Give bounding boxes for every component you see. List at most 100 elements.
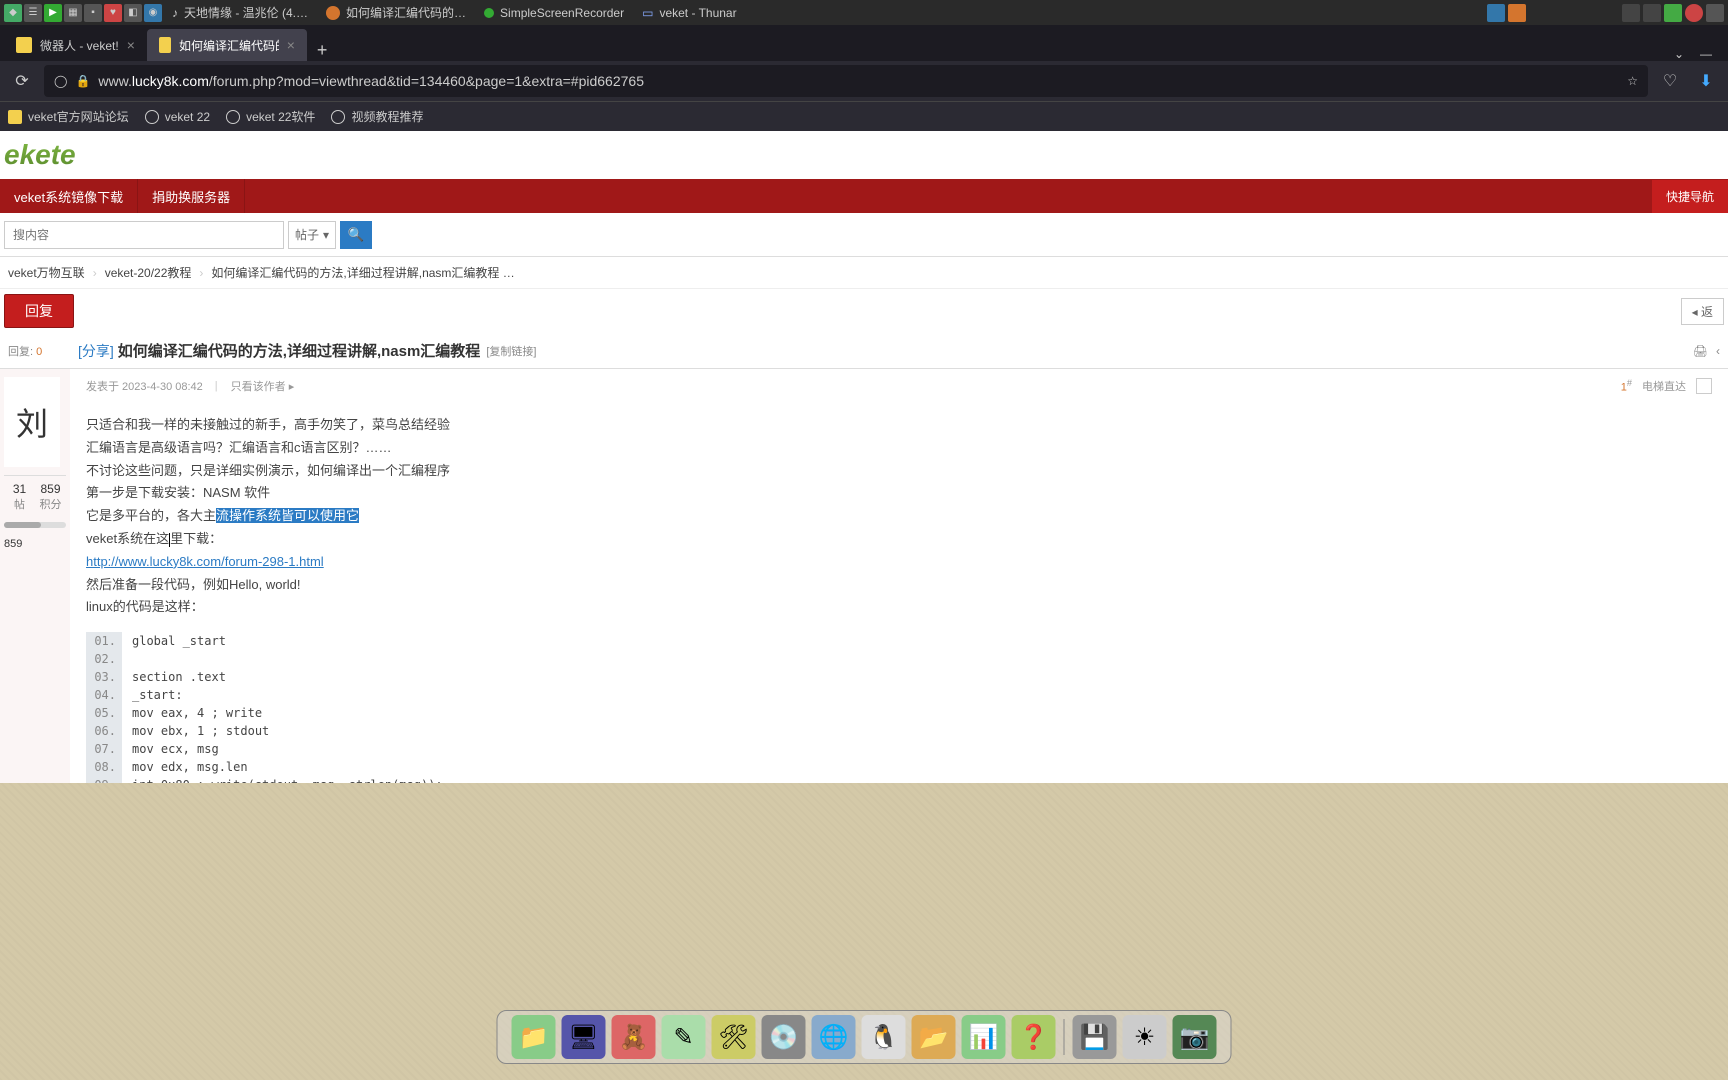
dock-folder-icon[interactable]: 📂 xyxy=(912,1015,956,1059)
breadcrumb-item: 如何编译汇编代码的方法,详细过程讲解,nasm汇编教程 … xyxy=(211,264,514,281)
chevron-right-icon: ▸ xyxy=(289,381,295,393)
post-container: 刘 31 帖 859 积分 859 发表于 2023-4-30 08:42 | … xyxy=(0,369,1728,783)
menu-icon[interactable]: ◆ xyxy=(4,4,22,22)
user-stat-points: 859 积分 xyxy=(35,482,66,512)
browser-tab-bar: 微器人 - veket! × 如何编译汇编代码的方… × + ⌄ — xyxy=(0,25,1728,61)
elevator-input[interactable] xyxy=(1696,378,1712,394)
globe-icon xyxy=(226,110,240,124)
dock-monitor-icon[interactable]: 🖥 xyxy=(562,1015,606,1059)
dock: 📁 🖥 🧸 ✎ 🛠 💿 🌐 🐧 📂 📊 ❓ 💾 ☀ 📷 xyxy=(497,1010,1232,1064)
nav-item-download[interactable]: veket系统镜像下载 xyxy=(0,179,138,213)
bookmark-item[interactable]: 视频教程推荐 xyxy=(331,108,423,125)
tray-icon[interactable]: ☰ xyxy=(24,4,42,22)
dock-drive-icon[interactable]: 💾 xyxy=(1073,1015,1117,1059)
dock-globe-icon[interactable]: 🌐 xyxy=(812,1015,856,1059)
firefox-tray-icon[interactable] xyxy=(1508,4,1526,22)
close-icon[interactable]: × xyxy=(127,37,135,53)
tray-icon[interactable] xyxy=(1685,4,1703,22)
reload-icon[interactable]: ⟳ xyxy=(8,67,36,95)
lock-icon[interactable]: 🔒 xyxy=(75,74,90,88)
tray-icon[interactable]: ▦ xyxy=(64,4,82,22)
download-icon[interactable]: ⬇ xyxy=(1692,67,1720,95)
nav-item-donate[interactable]: 捐助换服务器 xyxy=(138,179,245,213)
prev-icon[interactable]: ‹ xyxy=(1716,344,1720,358)
action-row: 回复 ◂ 返 xyxy=(0,289,1728,333)
taskbar-app-recorder[interactable]: SimpleScreenRecorder xyxy=(476,4,632,22)
avatar[interactable]: 刘 xyxy=(4,377,60,467)
dock-disc-icon[interactable]: 💿 xyxy=(762,1015,806,1059)
monitor-icon[interactable] xyxy=(1487,4,1505,22)
dock-files-icon[interactable]: 📁 xyxy=(512,1015,556,1059)
dock-help-icon[interactable]: ❓ xyxy=(1012,1015,1056,1059)
url-field[interactable]: ◯ 🔒 www.lucky8k.com/forum.php?mod=viewth… xyxy=(44,65,1648,97)
bookmark-item[interactable]: veket 22软件 xyxy=(226,108,315,125)
breadcrumb-item[interactable]: veket-20/22教程 xyxy=(105,264,192,281)
tray-icon[interactable] xyxy=(1706,4,1724,22)
music-icon: ♪ xyxy=(172,6,178,20)
tray-icon[interactable] xyxy=(1664,4,1682,22)
breadcrumb: veket万物互联 › veket-20/22教程 › 如何编译汇编代码的方法,… xyxy=(0,257,1728,289)
reply-button[interactable]: 回复 xyxy=(4,294,74,328)
taskbar-app-thunar[interactable]: ▭ veket - Thunar xyxy=(634,4,745,22)
search-input[interactable] xyxy=(4,221,284,249)
thread-title: 如何编译汇编代码的方法,详细过程讲解,nasm汇编教程 xyxy=(118,340,481,361)
code-line: 02. xyxy=(122,650,1712,668)
thread-title-row: 回复: 0 [分享] 如何编译汇编代码的方法,详细过程讲解,nasm汇编教程 [… xyxy=(0,333,1728,369)
tray-icon[interactable]: ◉ xyxy=(144,4,162,22)
new-tab-button[interactable]: + xyxy=(307,40,338,61)
code-line: 08. mov edx, msg.len xyxy=(122,758,1712,776)
site-logo[interactable]: ekete xyxy=(4,139,76,171)
site-header: ekete xyxy=(0,131,1728,179)
tray-icon[interactable]: ◧ xyxy=(124,4,142,22)
quick-nav-button[interactable]: 快捷导航 xyxy=(1652,180,1728,213)
elevator-button[interactable]: 电梯直达 xyxy=(1642,378,1686,394)
chevron-right-icon: › xyxy=(199,266,203,280)
floor-number[interactable]: 1# xyxy=(1621,378,1632,394)
dock-edit-icon[interactable]: ✎ xyxy=(662,1015,706,1059)
search-icon: 🔍 xyxy=(348,227,365,243)
tray-icon[interactable]: ♥ xyxy=(104,4,122,22)
bookmark-item[interactable]: veket 22 xyxy=(145,110,210,124)
dock-camera-icon[interactable]: 📷 xyxy=(1173,1015,1217,1059)
breadcrumb-item[interactable]: veket万物互联 xyxy=(8,264,85,281)
dock-app-icon[interactable]: 🧸 xyxy=(612,1015,656,1059)
taskbar-app-firefox[interactable]: 如何编译汇编代码的… xyxy=(318,2,474,23)
user-sidebar: 刘 31 帖 859 积分 859 xyxy=(0,369,70,783)
post-meta: 发表于 2023-4-30 08:42 | 只看该作者 ▸ 1# 电梯直达 xyxy=(86,377,1712,395)
print-icon[interactable]: 🖨 xyxy=(1693,344,1708,358)
dock-separator xyxy=(1064,1019,1065,1055)
tray-icon[interactable]: ▪ xyxy=(84,4,102,22)
browser-tab-active[interactable]: 如何编译汇编代码的方… × xyxy=(147,29,307,61)
favicon-icon xyxy=(159,37,171,53)
page-content: ekete veket系统镜像下载 捐助换服务器 快捷导航 帖子 ▾ 🔍 vek… xyxy=(0,131,1728,783)
clipboard-icon[interactable] xyxy=(1622,4,1640,22)
close-icon[interactable]: × xyxy=(287,37,295,53)
dock-sun-icon[interactable]: ☀ xyxy=(1123,1015,1167,1059)
copy-link-button[interactable]: [复制链接] xyxy=(486,343,536,359)
dock-tools-icon[interactable]: 🛠 xyxy=(712,1015,756,1059)
post-body: 只适合和我一样的未接触过的新手，高手勿笑了，菜鸟总结经验 汇编语言是高级语言吗？… xyxy=(86,415,1712,783)
tray-icon[interactable] xyxy=(1643,4,1661,22)
record-icon xyxy=(484,8,494,18)
back-button[interactable]: ◂ 返 xyxy=(1681,298,1724,325)
minimize-icon[interactable]: — xyxy=(1700,47,1712,61)
browser-tab[interactable]: 微器人 - veket! × xyxy=(4,29,147,61)
browser-url-bar: ⟳ ◯ 🔒 www.lucky8k.com/forum.php?mod=view… xyxy=(0,61,1728,101)
search-type-select[interactable]: 帖子 ▾ xyxy=(288,221,336,249)
dock-chart-icon[interactable]: 📊 xyxy=(962,1015,1006,1059)
taskbar-app-music[interactable]: ♪ 天地情缘 - 温兆伦 (4.… xyxy=(164,2,316,23)
dock-tux-icon[interactable]: 🐧 xyxy=(862,1015,906,1059)
thread-tag[interactable]: [分享] xyxy=(78,341,114,361)
view-author-button[interactable]: 只看该作者 ▸ xyxy=(230,377,296,395)
globe-icon xyxy=(145,110,159,124)
folder-icon: ▭ xyxy=(642,6,653,20)
shield-icon[interactable]: ◯ xyxy=(54,74,67,88)
list-tabs-icon[interactable]: ⌄ xyxy=(1674,47,1684,61)
play-icon[interactable]: ▶ xyxy=(44,4,62,22)
download-link[interactable]: http://www.lucky8k.com/forum-298-1.html xyxy=(86,554,324,569)
pocket-icon[interactable]: ♡ xyxy=(1656,67,1684,95)
bookmark-star-icon[interactable]: ☆ xyxy=(1627,74,1638,88)
firefox-icon xyxy=(326,6,340,20)
search-button[interactable]: 🔍 xyxy=(340,221,372,249)
bookmark-item[interactable]: veket官方网站论坛 xyxy=(8,108,129,125)
